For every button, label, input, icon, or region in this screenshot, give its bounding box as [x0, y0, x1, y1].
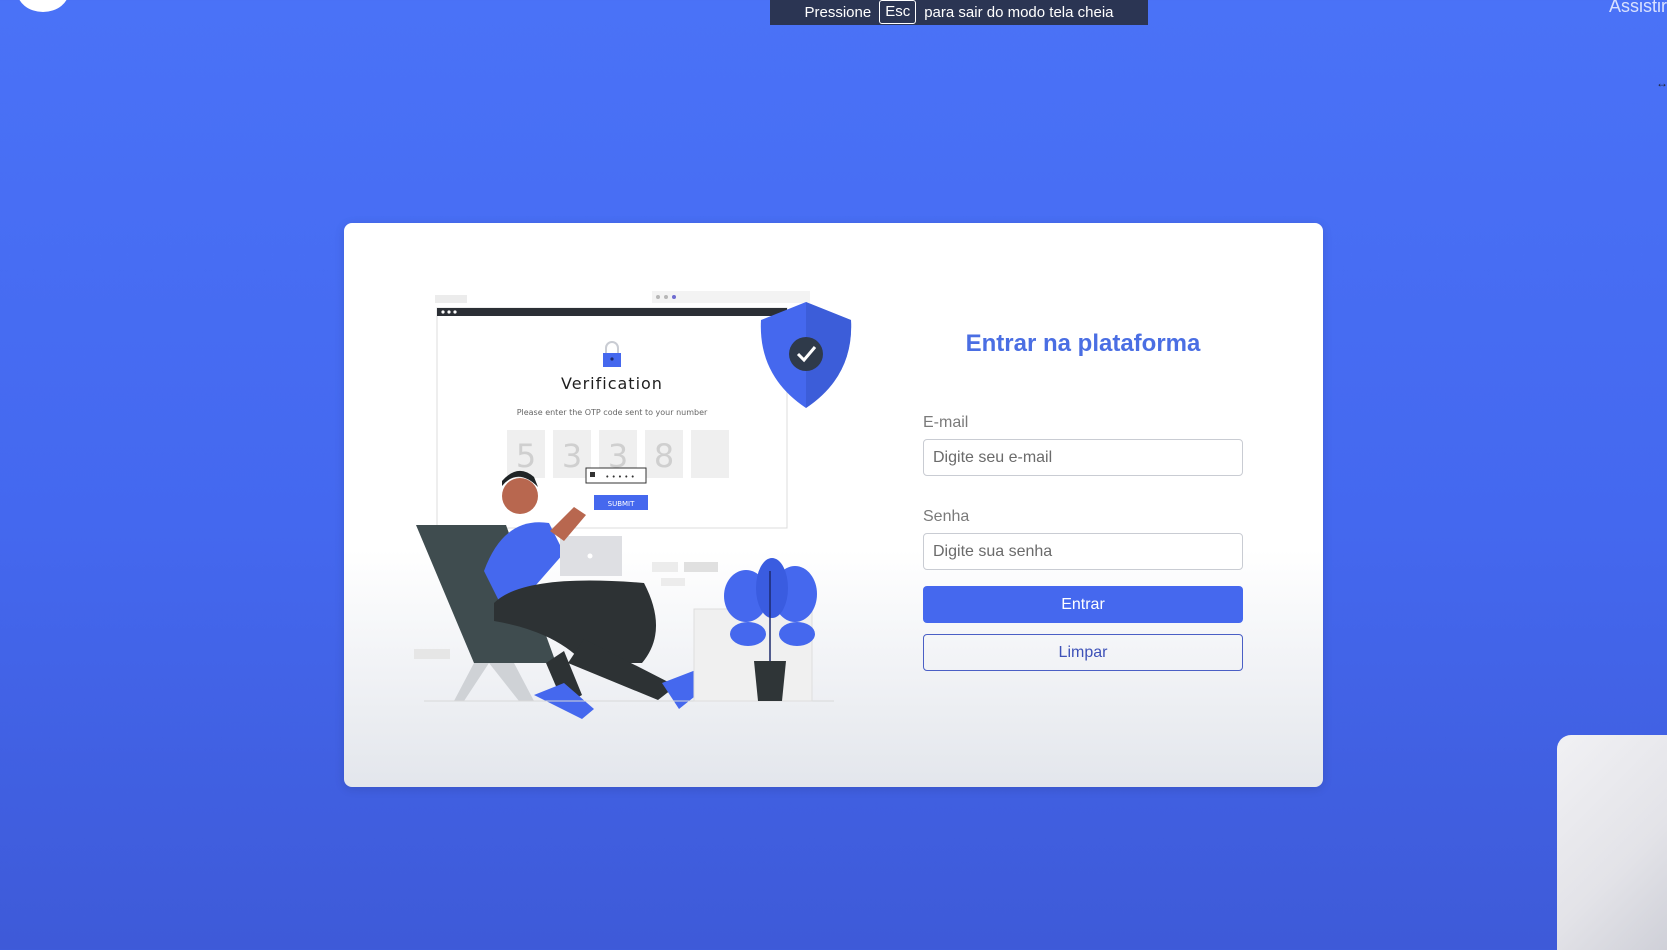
fullscreen-notice: Pressione Esc para sair do modo tela che… — [770, 0, 1148, 25]
otp-digit-4: 8 — [654, 437, 674, 475]
cursor-icon: ↔ — [1656, 76, 1667, 90]
esc-key-hint: Esc — [879, 0, 917, 24]
watch-label[interactable]: Assistir — [1609, 0, 1667, 17]
login-form: Entrar na plataforma E-mail Senha Entrar… — [923, 323, 1243, 671]
submit-mini-label: SUBMIT — [608, 500, 635, 508]
otp-digit-1: 5 — [516, 437, 536, 475]
verification-illustration: Verification Please enter the OTP code s… — [414, 291, 852, 719]
app-logo[interactable] — [17, 0, 69, 12]
email-field[interactable] — [923, 439, 1243, 476]
webcam-overlay — [1557, 735, 1667, 950]
email-label: E-mail — [923, 414, 969, 431]
otp-digit-2: 3 — [562, 437, 582, 475]
clear-button[interactable]: Limpar — [923, 634, 1243, 671]
form-title: Entrar na plataforma — [965, 330, 1201, 357]
password-bubble: • • • • • — [605, 473, 635, 481]
login-button[interactable]: Entrar — [923, 586, 1243, 623]
verification-subtitle: Please enter the OTP code sent to your n… — [517, 408, 708, 417]
fullscreen-notice-prefix: Pressione — [804, 4, 872, 21]
fullscreen-notice-suffix: para sair do modo tela cheia — [924, 4, 1114, 21]
password-label: Senha — [923, 508, 970, 525]
login-card: Verification Please enter the OTP code s… — [344, 223, 1323, 787]
verification-title: Verification — [561, 374, 663, 393]
password-field[interactable] — [923, 533, 1243, 570]
